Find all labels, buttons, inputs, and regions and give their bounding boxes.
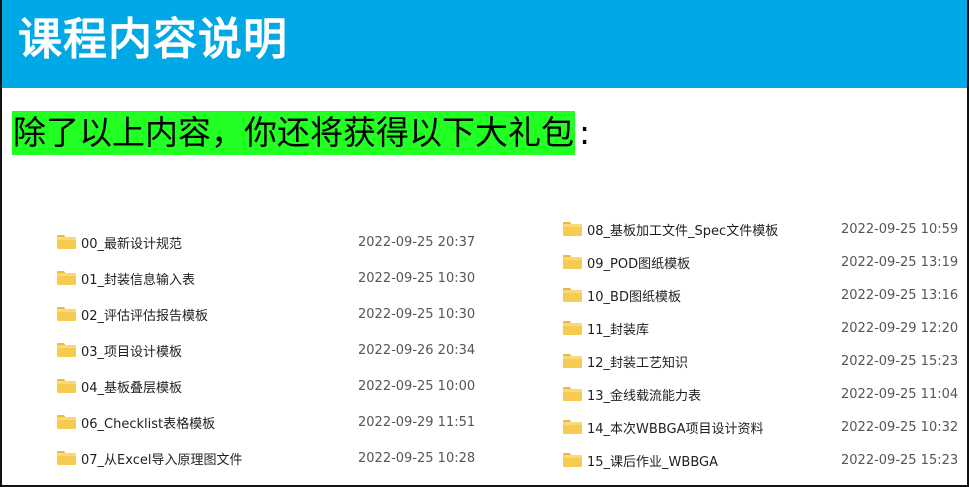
folder-modified-date: 2022-09-25 10:59: [841, 221, 959, 237]
folder-item[interactable]: 08_基板加工文件_Spec文件模板 2022-09-25 10:59: [563, 219, 969, 239]
folder-modified-date: 2022-09-29 12:20: [841, 320, 959, 336]
folder-item[interactable]: 15_课后作业_WBBGA 2022-09-25 15:23: [563, 450, 969, 470]
folder-modified-date: 2022-09-25 10:32: [841, 419, 959, 435]
folder-icon: [57, 415, 76, 429]
folder-item[interactable]: 14_本次WBBGA项目设计资料 2022-09-25 10:32: [563, 417, 969, 437]
folder-modified-date: 2022-09-25 15:23: [841, 353, 959, 369]
folder-item[interactable]: 10_BD图纸模板 2022-09-25 13:16: [563, 285, 969, 305]
folder-item[interactable]: 07_从Excel导入原理图文件 2022-09-25 10:28: [57, 448, 498, 468]
folder-icon: [57, 379, 76, 393]
folder-item[interactable]: 13_金线载流能力表 2022-09-25 11:04: [563, 384, 969, 404]
folder-modified-date: 2022-09-25 13:19: [841, 254, 959, 270]
right-folder-list: 08_基板加工文件_Spec文件模板 2022-09-25 10:59 09_POD…: [563, 219, 963, 479]
folder-icon: [563, 453, 582, 467]
left-folder-list: 00_最新设计规范 2022-09-25 20:37 01_封装信息输入表 2022-…: [57, 232, 497, 472]
folder-item[interactable]: 03_项目设计模板 2022-09-26 20:34: [57, 340, 498, 360]
folder-name: 01_封装信息输入表: [81, 272, 196, 288]
folder-name: 10_BD图纸模板: [587, 289, 681, 305]
folder-modified-date: 2022-09-25 10:30: [358, 270, 476, 286]
folder-name: 02_评估评估报告模板: [81, 308, 209, 324]
folder-icon: [57, 271, 76, 285]
folder-name: 06_Checklist表格模板: [81, 416, 216, 432]
bonus-colon: :: [579, 113, 591, 152]
folder-modified-date: 2022-09-25 10:28: [358, 450, 476, 466]
folder-name: 13_金线载流能力表: [587, 388, 702, 404]
folder-modified-date: 2022-09-29 11:51: [358, 414, 476, 430]
folder-icon: [563, 354, 582, 368]
title-bar: 课程内容说明: [2, 0, 967, 88]
folder-icon: [57, 235, 76, 249]
folder-item[interactable]: 11_封装库 2022-09-29 12:20: [563, 318, 969, 338]
folder-icon: [563, 222, 582, 236]
folder-item[interactable]: 06_Checklist表格模板 2022-09-29 11:51: [57, 412, 498, 432]
folder-icon: [57, 451, 76, 465]
folder-item[interactable]: 09_POD图纸模板 2022-09-25 13:19: [563, 252, 969, 272]
bonus-line: 除了以上内容，你还将获得以下大礼包 :: [12, 111, 590, 155]
bonus-highlight-text: 除了以上内容，你还将获得以下大礼包: [12, 111, 575, 155]
folder-name: 03_项目设计模板: [81, 344, 183, 360]
folder-modified-date: 2022-09-25 10:00: [358, 378, 476, 394]
folder-icon: [563, 420, 582, 434]
folder-item[interactable]: 02_评估评估报告模板 2022-09-25 10:30: [57, 304, 498, 324]
folder-icon: [563, 288, 582, 302]
folder-modified-date: 2022-09-25 11:04: [841, 386, 959, 402]
folder-modified-date: 2022-09-25 13:16: [841, 287, 959, 303]
folder-modified-date: 2022-09-25 10:30: [358, 306, 476, 322]
folder-icon: [563, 255, 582, 269]
folder-icon: [57, 343, 76, 357]
folder-modified-date: 2022-09-25 15:23: [841, 452, 959, 468]
folder-icon: [563, 321, 582, 335]
folder-name: 08_基板加工文件_Spec文件模板: [587, 223, 779, 239]
folder-modified-date: 2022-09-25 20:37: [358, 234, 476, 250]
page-title: 课程内容说明: [18, 14, 288, 65]
folder-item[interactable]: 04_基板叠层模板 2022-09-25 10:00: [57, 376, 498, 396]
folder-item[interactable]: 00_最新设计规范 2022-09-25 20:37: [57, 232, 498, 252]
folder-name: 09_POD图纸模板: [587, 256, 691, 272]
folder-modified-date: 2022-09-26 20:34: [358, 342, 476, 358]
folder-name: 11_封装库: [587, 322, 650, 338]
folder-name: 14_本次WBBGA项目设计资料: [587, 421, 764, 437]
folder-item[interactable]: 12_封装工艺知识 2022-09-25 15:23: [563, 351, 969, 371]
folder-name: 12_封装工艺知识: [587, 355, 689, 371]
folder-name: 04_基板叠层模板: [81, 380, 183, 396]
folder-name: 07_从Excel导入原理图文件: [81, 452, 243, 468]
folder-icon: [57, 307, 76, 321]
folder-name: 15_课后作业_WBBGA: [587, 454, 718, 470]
folder-icon: [563, 387, 582, 401]
folder-item[interactable]: 01_封装信息输入表 2022-09-25 10:30: [57, 268, 498, 288]
folder-name: 00_最新设计规范: [81, 236, 183, 252]
